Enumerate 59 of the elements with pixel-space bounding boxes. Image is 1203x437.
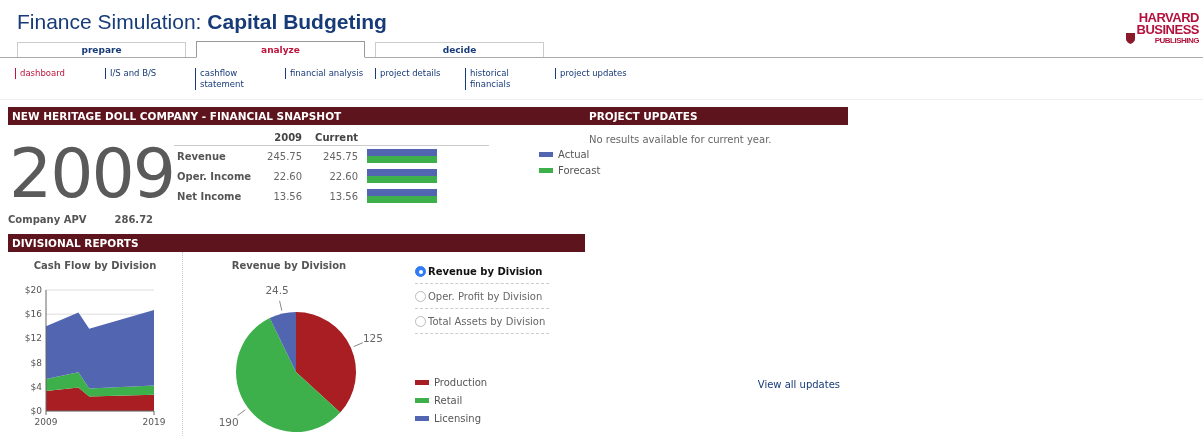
year-display: 2009 (8, 140, 175, 208)
empty-message: No results available for current year. (588, 133, 773, 145)
leader-line (279, 300, 283, 312)
legend-label: Licensing (434, 413, 481, 424)
leader-line (237, 409, 246, 417)
radio-button[interactable] (415, 316, 426, 327)
radio-button[interactable] (415, 266, 426, 277)
table-cell-text: 13.56 (272, 190, 303, 202)
axis-label: 2009 (34, 417, 58, 427)
radio-label[interactable]: Total Assets by Division (428, 316, 546, 327)
table-cell-text: 22.60 (328, 170, 359, 182)
row-label: Revenue (176, 150, 227, 162)
radio-label[interactable]: Oper. Profit by Division (428, 291, 543, 302)
table-cell-text: 22.60 (272, 170, 303, 182)
legend-label: Retail (434, 395, 463, 406)
tab[interactable]: analyze (196, 41, 365, 58)
column-header: Current (314, 132, 359, 143)
shield-icon (1125, 33, 1135, 45)
axis-label: $4 (30, 381, 42, 392)
nav-link[interactable]: project updates (555, 68, 640, 79)
apv-value: 286.72 (114, 214, 154, 225)
radio-button[interactable] (415, 291, 426, 302)
table-cell-text: 13.56 (328, 190, 359, 202)
apv-label: Company APV (8, 214, 87, 225)
row-label: Net Income (176, 190, 243, 202)
table-cell-text: 245.75 (266, 150, 303, 162)
tab[interactable]: decide (375, 42, 544, 57)
section-header: DIVISIONAL REPORTS (8, 234, 585, 252)
data-label: 24.5 (265, 284, 289, 297)
nav-link[interactable]: project details (375, 68, 460, 79)
radio-label[interactable]: Revenue by Division (428, 266, 543, 277)
nav-link[interactable]: financial analysis (285, 68, 370, 79)
nav-link[interactable]: historical financials (465, 68, 550, 90)
section-header: NEW HERITAGE DOLL COMPANY - FINANCIAL SNAPSHOT (8, 107, 585, 125)
logo: HARVARD BUSINESS PUBLISHING (1136, 12, 1199, 45)
axis-label: $0 (30, 406, 42, 416)
chart-title: Revenue by Division (231, 260, 347, 271)
page-title: Finance Simulation: Capital Budgeting (17, 10, 387, 34)
column-header: 2009 (273, 132, 303, 143)
tab[interactable]: prepare (17, 42, 186, 57)
nav-link[interactable]: cashflow statement (195, 68, 280, 90)
axis-label: 2019 (142, 417, 166, 427)
axis-label: $20 (24, 285, 42, 295)
data-label: 125 (362, 332, 383, 345)
legend-label: Actual (558, 149, 590, 160)
leader-line (353, 342, 364, 348)
table-cell-text: 245.75 (322, 150, 359, 162)
section-header: PROJECT UPDATES (585, 107, 848, 125)
axis-label: $12 (24, 333, 42, 344)
legend-label: Production (434, 377, 488, 388)
chart-title: Cash Flow by Division (33, 260, 157, 271)
nav-link[interactable]: I/S and B/S (105, 68, 190, 79)
axis-label: $8 (30, 357, 42, 368)
axis-label: $16 (24, 309, 42, 320)
row-label: Oper. Income (176, 170, 253, 182)
view-all-link[interactable]: View all updates (757, 379, 840, 390)
legend-label: Forecast (558, 165, 601, 176)
data-label: 190 (218, 416, 239, 429)
nav-link[interactable]: dashboard (15, 68, 100, 79)
